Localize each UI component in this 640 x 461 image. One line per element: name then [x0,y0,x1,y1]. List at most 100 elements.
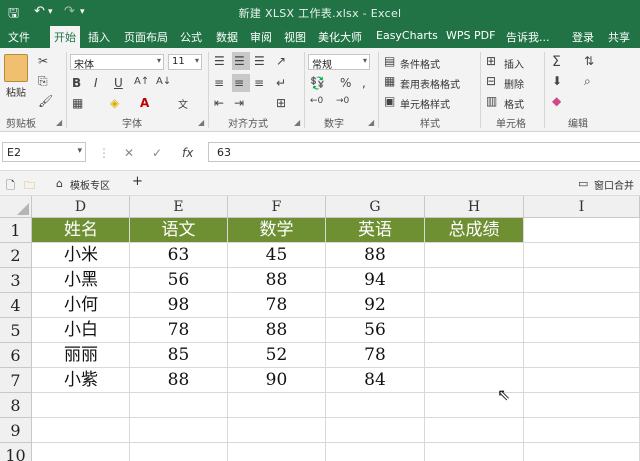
column-header-h[interactable]: H [425,196,524,218]
cell-d8[interactable] [32,393,130,418]
cell-i7[interactable] [524,368,640,393]
font-launcher-icon[interactable]: ◢ [198,118,204,127]
cell-i9[interactable] [524,418,640,443]
cell-h3[interactable] [425,268,524,293]
cell-d2[interactable]: 小米 [32,243,130,268]
cell-e3[interactable]: 56 [130,268,228,293]
conditional-format-button[interactable]: 条件格式 [400,56,440,71]
cell-g6[interactable]: 78 [326,343,425,368]
name-box[interactable]: E2 ▾ [2,142,86,162]
column-header-g[interactable]: G [326,196,425,218]
cell-g10[interactable] [326,443,425,461]
row-header-4[interactable]: 4 [0,293,32,318]
tab-formulas[interactable]: 公式 [180,29,202,45]
cell-f6[interactable]: 52 [228,343,326,368]
insert-function-button[interactable]: fx [182,146,193,160]
bold-button[interactable]: B [72,76,81,90]
cell-d6[interactable]: 丽丽 [32,343,130,368]
cell-d7[interactable]: 小紫 [32,368,130,393]
row-header-3[interactable]: 3 [0,268,32,293]
cell-d5[interactable]: 小白 [32,318,130,343]
cell-g1[interactable]: 英语 [326,218,425,243]
cell-f4[interactable]: 78 [228,293,326,318]
column-header-i[interactable]: I [524,196,640,218]
tab-home[interactable]: 开始 [50,26,80,48]
tab-data[interactable]: 数据 [216,29,238,45]
autosum-button[interactable]: Σ [552,54,561,70]
cell-f8[interactable] [228,393,326,418]
sign-in-link[interactable]: 登录 [572,29,594,45]
cell-e7[interactable]: 88 [130,368,228,393]
sort-filter-icon[interactable]: ⇅ [584,54,594,68]
align-top-icon[interactable]: ☰ [214,54,225,68]
cell-d10[interactable] [32,443,130,461]
formula-input[interactable]: 63 [208,142,640,162]
cell-g9[interactable] [326,418,425,443]
format-cells-icon[interactable]: ▥ [486,94,497,108]
cell-g2[interactable]: 88 [326,243,425,268]
paste-button[interactable] [4,54,28,82]
add-tab-button[interactable]: + [132,174,143,189]
align-middle-icon[interactable]: ☰ [234,54,245,68]
merge-center-icon[interactable]: ⊞ [276,96,286,110]
format-painter-icon[interactable]: 🖌 [38,94,53,108]
number-launcher-icon[interactable]: ◢ [368,118,374,127]
cell-e10[interactable] [130,443,228,461]
delete-cells-button[interactable]: 删除 [504,76,524,91]
clipboard-launcher-icon[interactable]: ◢ [56,118,62,127]
cell-i6[interactable] [524,343,640,368]
cell-styles-icon[interactable]: ▣ [384,94,395,108]
new-file-icon[interactable]: 🗋 [6,177,15,196]
font-name-select[interactable]: 宋体 ▾ [70,54,164,71]
borders-icon[interactable]: ▦ [72,96,83,110]
fill-icon[interactable]: ⬇ [552,74,562,88]
cell-d1[interactable]: 姓名 [32,218,130,243]
cell-h10[interactable] [425,443,524,461]
cell-e1[interactable]: 语文 [130,218,228,243]
select-all-corner[interactable] [0,196,32,218]
tab-review[interactable]: 审阅 [250,29,272,45]
row-header-9[interactable]: 9 [0,418,32,443]
cell-g4[interactable]: 92 [326,293,425,318]
cell-h6[interactable] [425,343,524,368]
accounting-icon[interactable]: 💱 [310,76,325,90]
cell-f7[interactable]: 90 [228,368,326,393]
shrink-font-icon[interactable]: A↓ [156,76,171,87]
cell-g3[interactable]: 94 [326,268,425,293]
cell-h2[interactable] [425,243,524,268]
cell-e5[interactable]: 78 [130,318,228,343]
font-size-select[interactable]: 11 ▾ [168,54,202,70]
orientation-icon[interactable]: ↗ [276,54,286,68]
cancel-icon[interactable]: ✕ [124,146,134,160]
row-header-1[interactable]: 1 [0,218,32,243]
alignment-launcher-icon[interactable]: ◢ [294,118,300,127]
insert-cells-button[interactable]: 插入 [504,56,524,71]
row-header-8[interactable]: 8 [0,393,32,418]
cell-i1[interactable] [524,218,640,243]
tab-easycharts[interactable]: EasyCharts [376,29,438,42]
cell-i5[interactable] [524,318,640,343]
cell-i3[interactable] [524,268,640,293]
cell-g8[interactable] [326,393,425,418]
column-header-d[interactable]: D [32,196,130,218]
number-format-select[interactable]: 常规 ▾ [308,54,370,71]
font-color-button[interactable]: A [140,96,149,110]
template-area-tab[interactable]: 模板专区 [70,177,110,192]
cell-e2[interactable]: 63 [130,243,228,268]
tell-me-search[interactable]: 告诉我... [506,29,550,45]
cell-i10[interactable] [524,443,640,461]
cell-h9[interactable] [425,418,524,443]
row-header-5[interactable]: 5 [0,318,32,343]
tab-insert[interactable]: 插入 [88,29,110,45]
table-format-button[interactable]: 套用表格格式 [400,76,460,91]
cell-e6[interactable]: 85 [130,343,228,368]
clear-icon[interactable]: ◆ [552,94,561,108]
decrease-decimal-icon[interactable]: →0 [336,96,349,106]
cut-icon[interactable]: ✂ [38,54,48,68]
find-select-icon[interactable]: ⌕ [584,74,591,89]
cell-f9[interactable] [228,418,326,443]
underline-button[interactable]: U [114,76,123,90]
cell-h5[interactable] [425,318,524,343]
row-header-6[interactable]: 6 [0,343,32,368]
percent-button[interactable]: % [340,76,351,90]
